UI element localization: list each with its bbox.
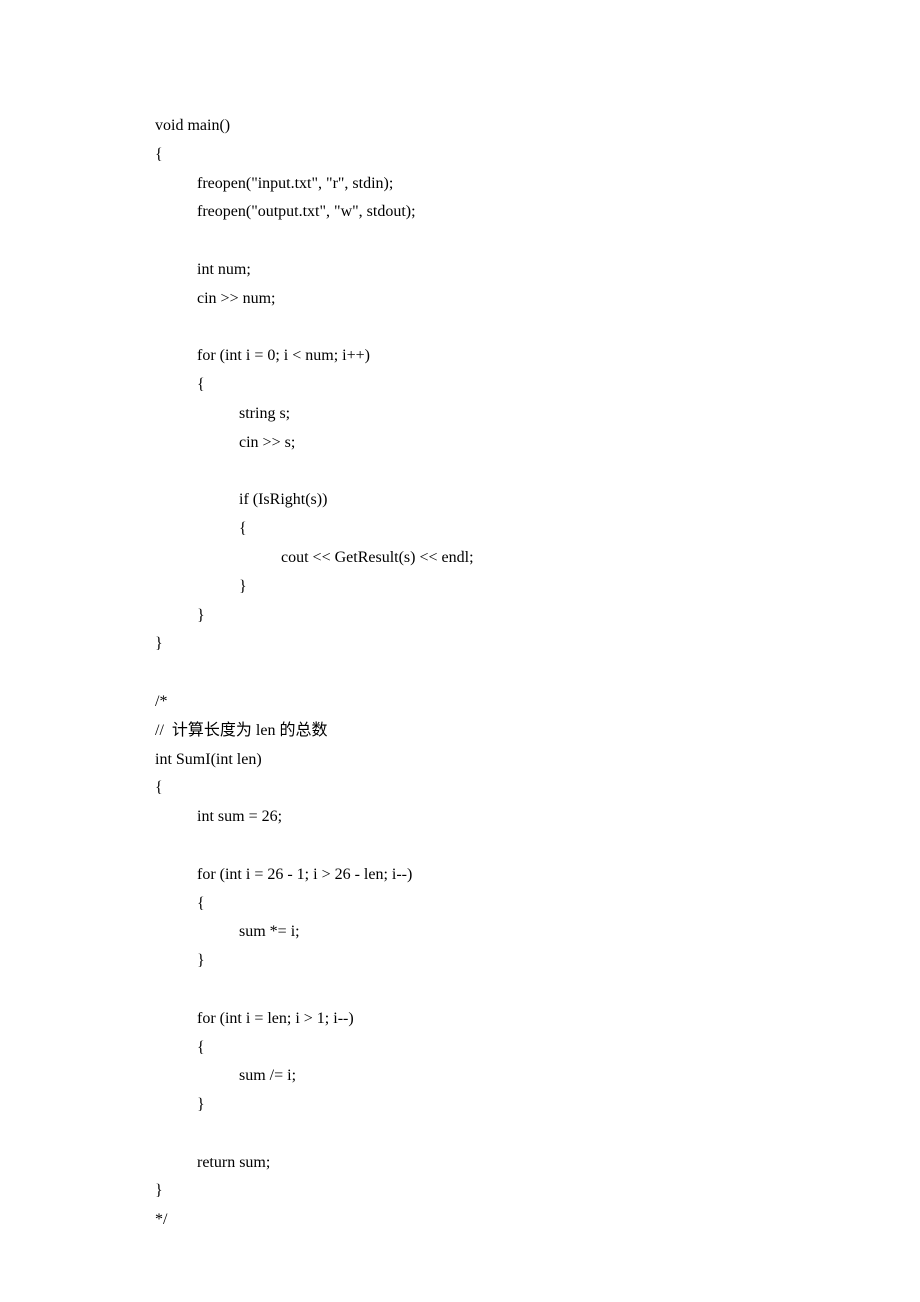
code-line: sum /= i; — [155, 1062, 765, 1091]
code-line: cout << GetResult(s) << endl; — [155, 544, 765, 573]
code-line — [155, 659, 765, 688]
code-line: { — [155, 515, 765, 544]
code-line: // 计算长度为 len 的总数 — [155, 717, 765, 746]
code-line: cin >> num; — [155, 285, 765, 314]
code-line: } — [155, 602, 765, 631]
code-line — [155, 227, 765, 256]
code-line — [155, 976, 765, 1005]
code-line: int SumI(int len) — [155, 746, 765, 775]
code-line: sum *= i; — [155, 918, 765, 947]
code-line: string s; — [155, 400, 765, 429]
code-line: { — [155, 890, 765, 919]
code-line: } — [155, 947, 765, 976]
code-line: /* — [155, 688, 765, 717]
code-line: int sum = 26; — [155, 803, 765, 832]
code-line: if (IsRight(s)) — [155, 486, 765, 515]
code-line — [155, 314, 765, 343]
code-line: { — [155, 774, 765, 803]
code-line: freopen("input.txt", "r", stdin); — [155, 170, 765, 199]
code-line: int num; — [155, 256, 765, 285]
code-line — [155, 1120, 765, 1149]
code-line: } — [155, 1177, 765, 1206]
code-line: for (int i = len; i > 1; i--) — [155, 1005, 765, 1034]
code-line: return sum; — [155, 1149, 765, 1178]
code-line: } — [155, 630, 765, 659]
code-line — [155, 458, 765, 487]
code-line: for (int i = 0; i < num; i++) — [155, 342, 765, 371]
code-line: */ — [155, 1206, 765, 1235]
code-line: for (int i = 26 - 1; i > 26 - len; i--) — [155, 861, 765, 890]
document-page: void main(){freopen("input.txt", "r", st… — [0, 0, 920, 1235]
code-line: } — [155, 573, 765, 602]
code-line: freopen("output.txt", "w", stdout); — [155, 198, 765, 227]
code-line: } — [155, 1091, 765, 1120]
code-line: { — [155, 371, 765, 400]
code-line: cin >> s; — [155, 429, 765, 458]
code-line: { — [155, 141, 765, 170]
code-line: void main() — [155, 112, 765, 141]
code-line — [155, 832, 765, 861]
code-line: { — [155, 1034, 765, 1063]
code-block: void main(){freopen("input.txt", "r", st… — [155, 112, 765, 1235]
